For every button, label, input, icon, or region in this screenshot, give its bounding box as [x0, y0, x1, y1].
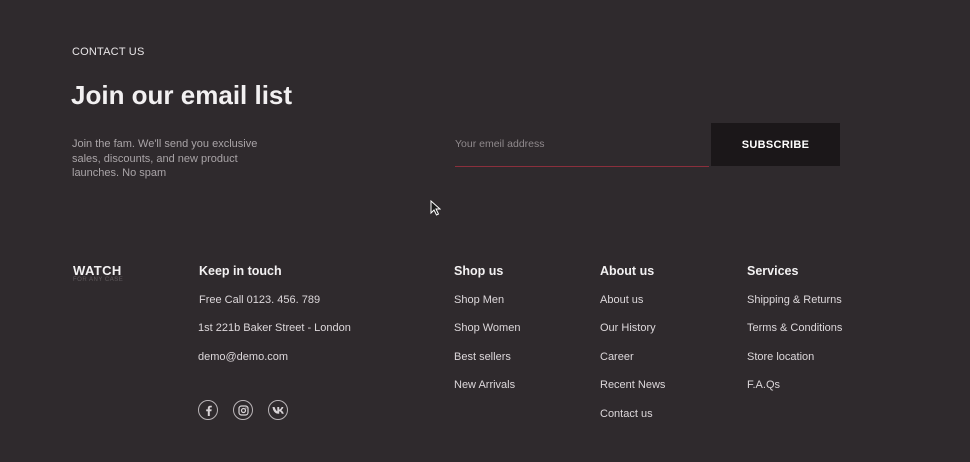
email-input[interactable]	[455, 132, 709, 156]
email-field-wrapper	[455, 132, 709, 167]
newsletter-description: Join the fam. We'll send you exclusive s…	[72, 138, 258, 179]
logo-tagline: FOR ANY CASE	[73, 277, 124, 283]
about-us-link[interactable]: About us	[600, 294, 643, 306]
services-title: Services	[747, 264, 799, 278]
new-arrivals-link[interactable]: New Arrivals	[454, 379, 515, 391]
instagram-icon[interactable]	[233, 400, 253, 420]
subscribe-button[interactable]: SUBSCRIBE	[711, 123, 840, 166]
our-history-link[interactable]: Our History	[600, 322, 656, 334]
contact-us-link[interactable]: Contact us	[600, 408, 653, 420]
brand-logo[interactable]: WATCH FOR ANY CASE	[73, 263, 123, 283]
about-us-title: About us	[600, 264, 655, 278]
newsletter-title: Join our email list	[71, 80, 293, 110]
contact-us-eyebrow: CONTACT US	[72, 46, 145, 58]
facebook-icon[interactable]	[198, 400, 218, 420]
shop-us-title: Shop us	[454, 264, 504, 278]
shop-women-link[interactable]: Shop Women	[454, 322, 520, 334]
mouse-cursor-icon	[430, 200, 441, 216]
phone-link[interactable]: Free Call 0123. 456. 789	[199, 294, 320, 306]
keep-in-touch-title: Keep in touch	[199, 264, 282, 278]
address-link[interactable]: 1st 221b Baker Street - London	[198, 322, 351, 334]
vk-icon[interactable]	[268, 400, 288, 420]
shipping-returns-link[interactable]: Shipping & Returns	[747, 294, 842, 306]
email-link[interactable]: demo@demo.com	[198, 351, 288, 363]
terms-conditions-link[interactable]: Terms & Conditions	[747, 322, 842, 334]
career-link[interactable]: Career	[600, 351, 634, 363]
store-location-link[interactable]: Store location	[747, 351, 814, 363]
faqs-link[interactable]: F.A.Qs	[747, 379, 780, 391]
shop-men-link[interactable]: Shop Men	[454, 294, 504, 306]
logo-name: WATCH	[73, 263, 122, 278]
recent-news-link[interactable]: Recent News	[600, 379, 665, 391]
best-sellers-link[interactable]: Best sellers	[454, 351, 511, 363]
